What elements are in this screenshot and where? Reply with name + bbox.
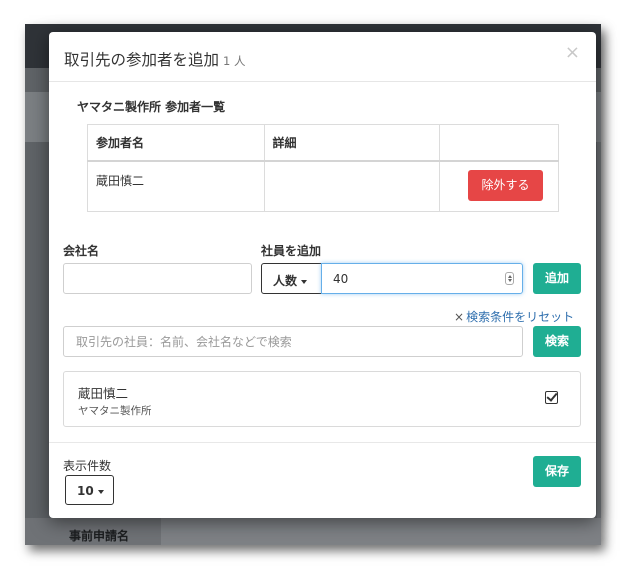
modal-title-text: 取引先の参加者を追加 — [64, 51, 220, 69]
headcount-number-input[interactable]: 40 — [321, 263, 523, 294]
participant-detail-cell — [263, 160, 440, 212]
column-header-name: 参加者名 — [87, 124, 265, 162]
result-employee-name: 蔵田慎二 — [78, 386, 129, 401]
add-participant-modal: 取引先の参加者を追加 1 人 × ヤマタニ製作所 参加者一覧 参加者名 詳細 蔵田… — [49, 32, 596, 518]
participant-count: 1 人 — [223, 54, 246, 68]
per-page-dropdown[interactable]: 10 — [65, 475, 114, 505]
participant-list-title: ヤマタニ製作所 参加者一覧 — [77, 100, 226, 114]
column-header-detail: 詳細 — [263, 124, 440, 162]
checked-checkbox-icon[interactable] — [545, 391, 558, 404]
close-icon[interactable]: × — [565, 44, 580, 62]
company-name-input[interactable] — [63, 263, 252, 294]
per-page-value: 10 — [77, 484, 94, 498]
employee-search-input[interactable] — [63, 326, 523, 357]
headcount-mode-value: 人数 — [273, 274, 298, 288]
per-page-label: 表示件数 — [63, 459, 112, 473]
background-row-label: 事前申請名 — [69, 529, 130, 543]
add-employee-label: 社員を追加 — [261, 244, 322, 258]
table-row: 蔵田慎二 除外する — [87, 160, 559, 212]
search-button[interactable]: 検索 — [533, 326, 581, 357]
participant-action-cell: 除外する — [439, 160, 559, 212]
headcount-value: 40 — [333, 272, 349, 286]
column-header-action — [439, 124, 559, 162]
add-button[interactable]: 追加 — [533, 263, 581, 294]
remove-participant-button[interactable]: 除外する — [468, 170, 543, 201]
list-item[interactable]: 蔵田慎二 ヤマタニ製作所 — [63, 371, 581, 427]
company-name-label: 会社名 — [63, 244, 100, 258]
participant-table: 参加者名 詳細 蔵田慎二 除外する — [87, 124, 559, 212]
save-button[interactable]: 保存 — [533, 456, 581, 487]
modal-title: 取引先の参加者を追加 1 人 — [64, 48, 246, 70]
modal-header: 取引先の参加者を追加 1 人 × — [49, 32, 596, 82]
result-company-name: ヤマタニ製作所 — [78, 405, 152, 417]
background-table-edge — [597, 142, 601, 518]
reset-search-link[interactable]: × 検索条件をリセット — [454, 308, 574, 325]
headcount-mode-dropdown[interactable]: 人数 — [261, 263, 322, 294]
reset-search-label: 検索条件をリセット — [466, 310, 575, 324]
number-spinner-icon[interactable] — [505, 272, 514, 285]
caret-down-icon — [97, 489, 104, 494]
footer-divider — [49, 442, 596, 443]
caret-down-icon — [301, 279, 308, 284]
close-icon: × — [454, 310, 465, 324]
table-header-row: 参加者名 詳細 — [87, 124, 559, 162]
participant-name-cell: 蔵田慎二 — [87, 160, 265, 212]
